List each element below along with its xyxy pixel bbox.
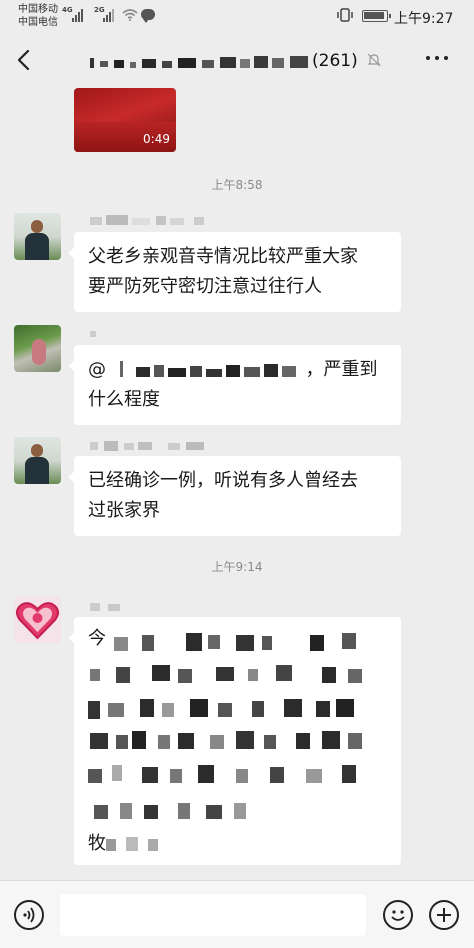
message-text-line: 要严防死守密切注意过往行人 xyxy=(88,276,322,297)
blurred-nickname xyxy=(90,603,120,611)
plus-icon[interactable] xyxy=(429,900,459,930)
signal-2-icon xyxy=(103,8,114,22)
carrier-1-label: 中国移动 xyxy=(18,4,58,15)
timestamp: 上午8:58 xyxy=(211,178,263,192)
status-time: 上午9:27 xyxy=(394,11,454,27)
blurred-message-content xyxy=(88,633,362,851)
input-bar xyxy=(0,880,474,948)
message-text-line: 父老乡亲观音寺情况比较严重大家 xyxy=(88,246,358,267)
bell-muted-icon xyxy=(367,53,381,67)
message-bubble[interactable]: @ ，严重到 什么程度 xyxy=(68,345,401,425)
blurred-nickname xyxy=(90,331,96,337)
blurred-nickname xyxy=(90,215,204,225)
mention-symbol: @ xyxy=(88,359,106,380)
avatar[interactable] xyxy=(14,325,61,372)
message-input[interactable] xyxy=(60,894,366,936)
avatar[interactable] xyxy=(14,213,61,260)
message-notification-icon xyxy=(141,9,155,23)
timestamp: 上午9:14 xyxy=(211,560,263,574)
emoji-icon[interactable] xyxy=(383,900,413,930)
chevron-left-icon[interactable] xyxy=(14,48,34,72)
chat-header: (261) xyxy=(0,34,474,86)
video-message[interactable]: 0:49 xyxy=(74,88,176,152)
chat-title: (261) xyxy=(90,49,358,73)
signal-1-icon xyxy=(72,8,83,22)
wifi-icon xyxy=(122,9,138,21)
member-count: (261) xyxy=(312,51,358,71)
message-bubble[interactable]: 已经确诊一例，听说有多人曾经去 过张家界 xyxy=(68,456,401,536)
message-text-line: 过张家界 xyxy=(88,500,160,521)
battery-icon xyxy=(362,10,391,22)
message-text: 牧 xyxy=(88,833,106,854)
message-text-line: 已经确诊一例，听说有多人曾经去 xyxy=(88,470,358,491)
vibrate-icon xyxy=(337,8,353,22)
avatar[interactable] xyxy=(14,596,61,643)
message-text: 今 xyxy=(88,628,106,649)
message-bubble[interactable]: 父老乡亲观音寺情况比较严重大家 要严防死守密切注意过往行人 xyxy=(68,232,401,312)
carrier-2-label: 中国电信 xyxy=(18,17,58,28)
message-text-line: 什么程度 xyxy=(88,389,160,410)
avatar[interactable] xyxy=(14,437,61,484)
blurred-mention-name xyxy=(112,359,300,381)
blurred-group-name xyxy=(90,52,310,70)
video-duration: 0:49 xyxy=(143,132,170,146)
status-bar: 中国移动 中国电信 4G 2G 上午9:27 xyxy=(0,0,474,34)
message-bubble[interactable]: 今 牧 xyxy=(68,617,401,865)
message-text-line: @ ，严重到 xyxy=(88,355,387,385)
blurred-nickname xyxy=(90,441,204,451)
ellipsis-icon[interactable] xyxy=(426,56,448,60)
voice-icon[interactable] xyxy=(14,900,44,930)
message-text: ，严重到 xyxy=(305,359,378,380)
